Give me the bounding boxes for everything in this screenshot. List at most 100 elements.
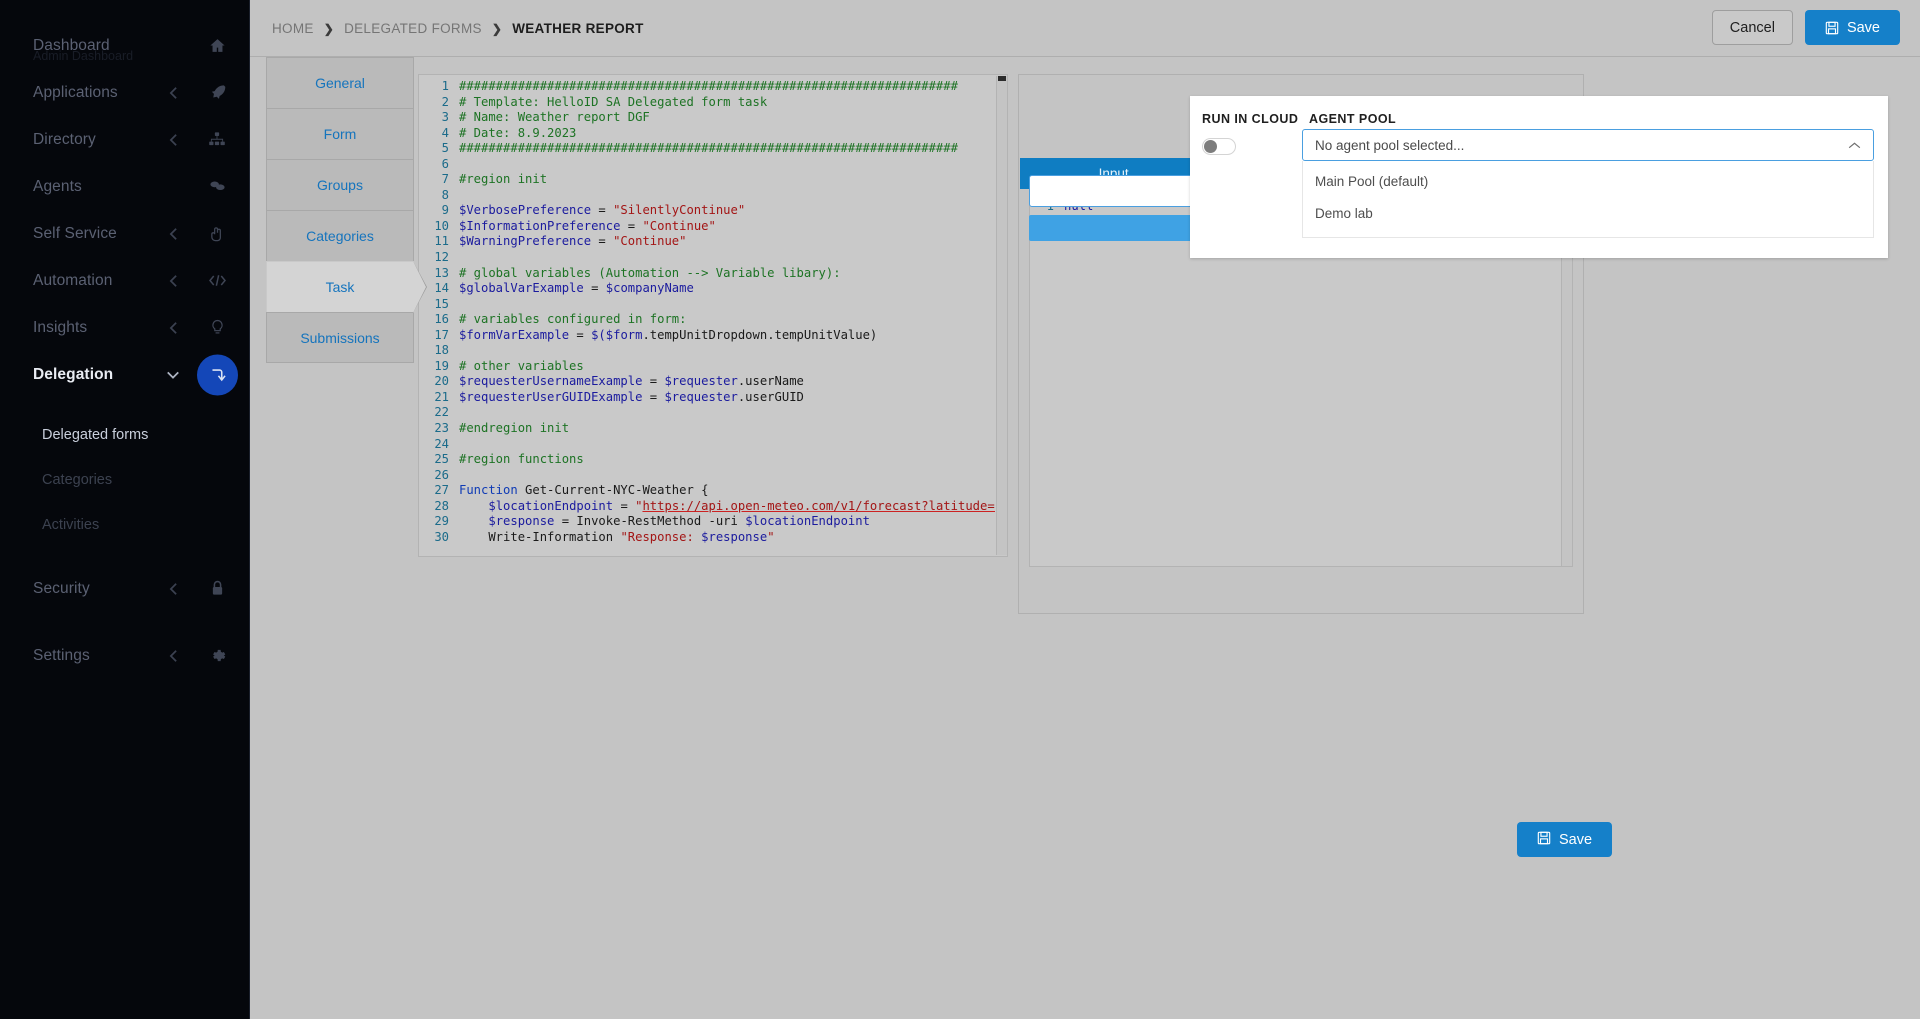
run-in-cloud-toggle[interactable] [1202,138,1236,155]
tab-general[interactable]: General [266,57,414,108]
tab-form[interactable]: Form [266,108,414,159]
sidebar-item-settings[interactable]: Settings [0,632,250,679]
tab-label: General [315,75,365,91]
code-token: $VerbosePreference [459,203,592,218]
sidebar-item-insights[interactable]: Insights [0,304,250,351]
code-token: ########################################… [459,79,958,93]
code-line: 6 [423,157,995,173]
agent-pool-option-main[interactable]: Main Pool (default) [1303,165,1873,197]
save-button[interactable]: Save [1804,10,1900,45]
code-token: #endregion init [459,421,570,436]
tab-label: Submissions [300,329,380,346]
agent-pool-select[interactable]: No agent pool selected... [1302,129,1874,161]
code-editor-content[interactable]: 1 #######################################… [423,79,995,552]
code-line-text: # global variables (Automation --> Varia… [459,266,995,282]
code-line-text: $formVarExample = $($form.tempUnitDropdo… [459,328,995,344]
editor-vertical-scrollbar[interactable] [996,76,1007,555]
delegation-icon [197,354,238,395]
code-line: 4 # Date: 8.9.2023 [423,126,995,142]
breadcrumb: HOME ❯ DELEGATED FORMS ❯ WEATHER REPORT [272,0,644,57]
tab-submissions[interactable]: Submissions [266,312,414,363]
code-token: https://api.open-meteo.com/v1/forecast?l… [642,498,995,513]
code-line-text: #region init [459,172,995,188]
bulb-icon [206,317,228,339]
editor-scrollbar-thumb[interactable] [998,76,1006,81]
breadcrumb-delegated-forms[interactable]: DELEGATED FORMS [344,21,482,36]
code-line-number: 29 [434,514,449,529]
save-button-label: Save [1846,19,1880,36]
code-line: 25 #region functions [423,452,995,468]
tab-categories[interactable]: Categories [266,210,414,261]
code-line-number: 27 [434,483,449,498]
sidebar-item-label: Insights [33,318,88,336]
code-token: $requesterUsernameExample [459,374,643,389]
chevron-left-icon [169,133,178,147]
agent-pool-label: AGENT POOL [1309,112,1397,126]
topbar: HOME ❯ DELEGATED FORMS ❯ WEATHER REPORT … [250,0,1920,57]
code-line-number: 17 [434,327,449,342]
code-token: ########################################… [459,141,958,156]
sidebar-item-delegation[interactable]: Delegation [0,351,250,398]
sidebar-subitem-activities[interactable]: Activities [0,502,250,547]
toggle-knob [1204,140,1217,153]
sidebar-item-self-service[interactable]: Self Service [0,210,250,257]
breadcrumb-separator-icon: ❯ [323,21,335,36]
sidebar-item-automation[interactable]: Automation [0,257,250,304]
code-token: $locationEndpoint [488,498,614,513]
tab-task[interactable]: Task [266,261,427,313]
code-line: 18 [423,343,995,359]
agent-pool-dropdown-menu: Main Pool (default) Demo lab [1302,161,1874,238]
powershell-code-editor[interactable]: 1 #######################################… [418,74,1008,557]
code-token: # global variables (Automation --> Varia… [459,265,841,280]
chevron-left-icon [169,321,178,335]
sidebar-subitem-label: Activities [42,516,100,533]
tab-groups[interactable]: Groups [266,159,414,210]
sidebar-item-label: Self Service [33,224,117,242]
cancel-button[interactable]: Cancel [1711,10,1793,45]
chevron-left-icon [169,649,178,663]
code-line-number: 5 [441,141,449,156]
breadcrumb-home[interactable]: HOME [272,21,314,36]
topbar-actions: Cancel Save [1711,10,1900,45]
sidebar-subitem-categories[interactable]: Categories [0,457,250,502]
code-line-number: 18 [434,343,449,358]
bottom-save-button[interactable]: Save [1517,822,1613,857]
sidebar-item-applications[interactable]: Applications [0,69,250,116]
sidebar-item-label: Applications [33,83,118,101]
sidebar-item-security[interactable]: Security [0,565,250,612]
code-token: = [642,389,665,404]
code-line: 5 #######################################… [423,141,995,157]
tab-label: Task [325,279,355,295]
code-line-number: 8 [441,187,449,202]
hand-icon [206,223,228,245]
agents-icon [206,176,228,198]
code-token: # variables configured in form: [459,312,687,327]
gear-icon [206,645,228,667]
agent-pool-option-demo[interactable]: Demo lab [1303,197,1873,229]
sidebar-subitem-delegated-forms[interactable]: Delegated forms [0,412,250,457]
code-line: 15 [423,297,995,313]
tab-label: Categories [306,228,374,244]
code-line: 30 Write-Information "Response: $respons… [423,530,995,546]
sidebar-item-label: Automation [33,271,113,289]
code-line-number: 22 [434,405,449,420]
sidebar-item-agents[interactable]: Agents [0,163,250,210]
code-line: 23 #endregion init [423,421,995,437]
code-token: = [591,203,614,218]
sidebar-item-directory[interactable]: Directory [0,116,250,163]
code-line-text: $requesterUserGUIDExample = $requester.u… [459,390,995,406]
code-line-number: 30 [434,529,449,544]
code-token: = [613,498,636,513]
code-token: Get-Current-NYC-Weather { [517,483,709,498]
sidebar-item-dashboard[interactable]: Dashboard Admin Dashboard [0,22,250,69]
tab-label: Form [323,126,357,142]
code-line-text: #endregion init [459,421,995,437]
code-token: $formVarExample [459,327,570,342]
